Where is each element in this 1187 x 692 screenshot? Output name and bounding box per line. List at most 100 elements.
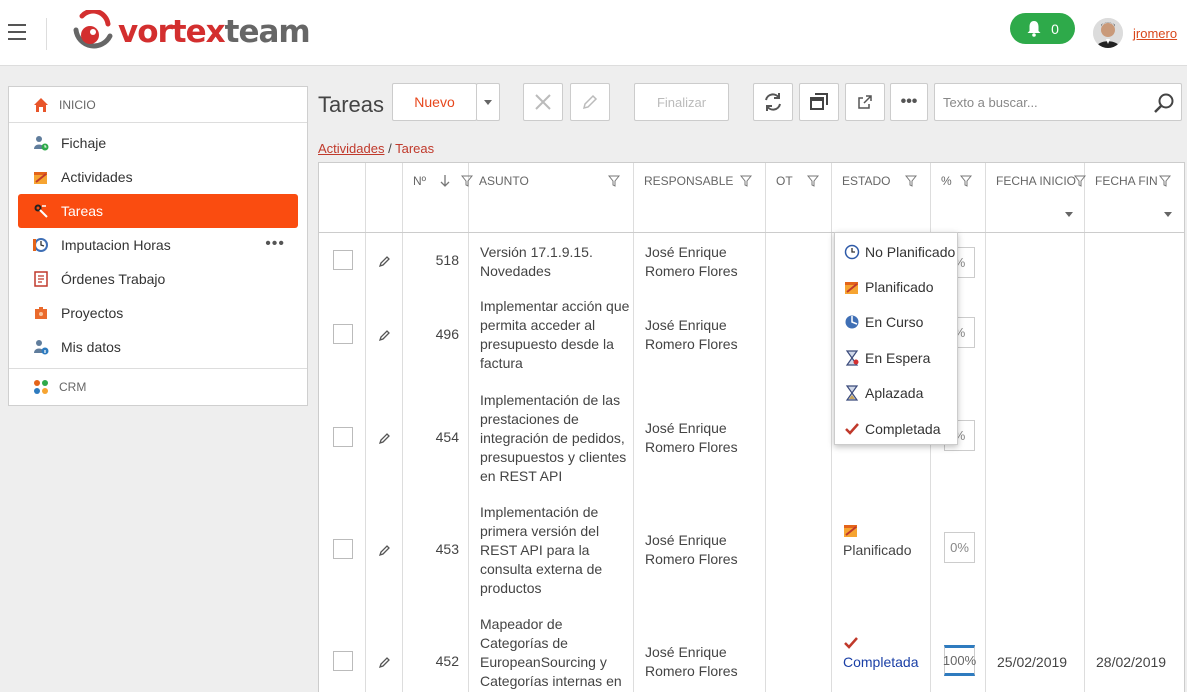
start-date-filter-dropdown[interactable] (1065, 212, 1073, 217)
username-link[interactable]: jromero (1133, 26, 1177, 41)
tasks-icon (33, 203, 49, 219)
sidebar-item-fichaje[interactable]: Fichaje (9, 126, 307, 160)
end-date-filter-dropdown[interactable] (1164, 212, 1172, 217)
row-checkbox[interactable] (333, 427, 353, 447)
filter-icon[interactable] (807, 175, 819, 187)
refresh-button[interactable] (753, 83, 793, 121)
task-number: 518 (435, 252, 459, 268)
column-header-ot[interactable]: OT (766, 163, 832, 199)
sidebar-item-proyectos[interactable]: Proyectos (9, 296, 307, 330)
column-header-label: % (941, 174, 952, 188)
task-subject: Implementación de las prestaciones de in… (480, 392, 627, 484)
column-header-responsable[interactable]: RESPONSABLE (634, 163, 766, 199)
column-header-label: ASUNTO (479, 174, 529, 188)
crm-icon (33, 379, 49, 395)
status-option-label: En Espera (865, 349, 931, 366)
status-option-en-curso[interactable]: En Curso (835, 304, 957, 339)
column-header-fecha-fin[interactable]: FECHA FIN (1085, 163, 1184, 199)
delete-button[interactable] (523, 83, 563, 121)
finalize-button[interactable]: Finalizar (634, 83, 729, 121)
row-checkbox[interactable] (333, 324, 353, 344)
more-options-icon[interactable]: ••• (265, 235, 285, 253)
work-orders-icon (33, 271, 49, 287)
window-button[interactable] (799, 83, 839, 121)
sidebar-item-label: Fichaje (61, 135, 107, 151)
edit-button[interactable] (570, 83, 610, 121)
table-row[interactable]: 453 Implementación de primera versión de… (319, 491, 1184, 603)
task-number: 452 (435, 653, 459, 669)
table-row[interactable]: 454 Implementación de las prestaciones d… (319, 379, 1184, 491)
status-option-en-espera[interactable]: En Espera (835, 340, 957, 375)
filter-icon[interactable] (905, 175, 917, 187)
column-header-percent[interactable]: % (931, 163, 986, 199)
sidebar-item-imputacion-horas[interactable]: Imputacion Horas ••• (9, 228, 307, 262)
vortexteam-logo[interactable]: vortexteam (70, 8, 320, 56)
avatar[interactable] (1093, 18, 1123, 48)
header-divider (46, 18, 47, 50)
external-link-icon (858, 95, 872, 109)
task-subject: Mapeador de Categorías de EuropeanSourci… (480, 616, 622, 689)
column-header-estado[interactable]: ESTADO (832, 163, 931, 199)
table-row[interactable]: 518 Versión 17.1.9.15. Novedades José En… (319, 233, 1184, 291)
edit-pencil-icon[interactable] (378, 255, 391, 268)
search-icon[interactable] (1153, 92, 1175, 117)
column-header-num[interactable]: Nº (403, 163, 473, 199)
task-percent: 0% (944, 532, 975, 563)
task-responsible: José Enrique Romero Flores (645, 317, 738, 352)
filter-icon[interactable] (1159, 175, 1171, 187)
sidebar-item-label: Imputacion Horas (61, 237, 171, 253)
status-option-planificado[interactable]: Planificado (835, 269, 957, 304)
sidebar-item-actividades[interactable]: Actividades (9, 160, 307, 194)
table-row[interactable]: 452 Mapeador de Categorías de EuropeanSo… (319, 603, 1184, 692)
row-checkbox[interactable] (333, 250, 353, 270)
row-checkbox[interactable] (333, 651, 353, 671)
pencil-icon (582, 94, 598, 110)
sidebar-section-crm[interactable]: CRM (9, 368, 307, 404)
hourglass-icon (844, 384, 860, 401)
close-icon (535, 94, 551, 110)
breadcrumb-link-actividades[interactable]: Actividades (318, 141, 384, 156)
sidebar-item-label: Actividades (61, 169, 133, 185)
check-icon (844, 421, 860, 437)
status-option-label: Aplazada (865, 384, 924, 401)
filter-icon[interactable] (740, 175, 752, 187)
table-row[interactable]: 496 Implementar acción que permita acced… (319, 291, 1184, 379)
status-option-label: No Planificado (865, 243, 956, 260)
sidebar-item-tareas[interactable]: Tareas (18, 194, 298, 228)
sidebar-item-mis-datos[interactable]: Mis datos (9, 330, 307, 364)
filter-icon[interactable] (608, 175, 620, 187)
notifications-button[interactable]: 0 (1010, 13, 1075, 44)
more-actions-button[interactable]: ••• (890, 83, 928, 121)
filter-icon[interactable] (960, 175, 972, 187)
home-icon (33, 97, 49, 113)
task-number: 454 (435, 429, 459, 445)
row-checkbox[interactable] (333, 539, 353, 559)
edit-pencil-icon[interactable] (378, 656, 391, 669)
globe-icon (844, 314, 860, 330)
status-option-aplazada[interactable]: Aplazada (835, 375, 957, 410)
status-option-no-planificado[interactable]: No Planificado (835, 234, 957, 269)
hamburger-menu-icon[interactable] (8, 24, 26, 40)
edit-pencil-icon[interactable] (378, 544, 391, 557)
open-external-button[interactable] (845, 83, 885, 121)
new-button[interactable]: Nuevo (392, 83, 477, 121)
status-option-completada[interactable]: Completada (835, 411, 957, 446)
sidebar-section-inicio[interactable]: INICIO (9, 87, 307, 123)
task-number: 496 (435, 326, 459, 342)
sidebar-item-ordenes-trabajo[interactable]: Órdenes Trabajo (9, 262, 307, 296)
user-info-icon (33, 339, 49, 355)
sidebar-section-label: CRM (59, 379, 87, 394)
logo-text-vortex: vortex (118, 14, 226, 50)
edit-pencil-icon[interactable] (378, 329, 391, 342)
projects-icon (33, 305, 49, 321)
column-header-label: ESTADO (842, 174, 891, 188)
vortex-swirl-icon (73, 8, 113, 49)
new-dropdown-button[interactable] (476, 83, 500, 121)
column-header-fecha-inicio[interactable]: FECHA INICIO (986, 163, 1086, 199)
search-input[interactable] (935, 84, 1135, 120)
column-header-asunto[interactable]: ASUNTO (469, 163, 634, 199)
breadcrumb-separator: / (388, 141, 392, 156)
user-photo-icon (1093, 18, 1123, 48)
task-start-date: 25/02/2019 (997, 654, 1068, 670)
edit-pencil-icon[interactable] (378, 432, 391, 445)
